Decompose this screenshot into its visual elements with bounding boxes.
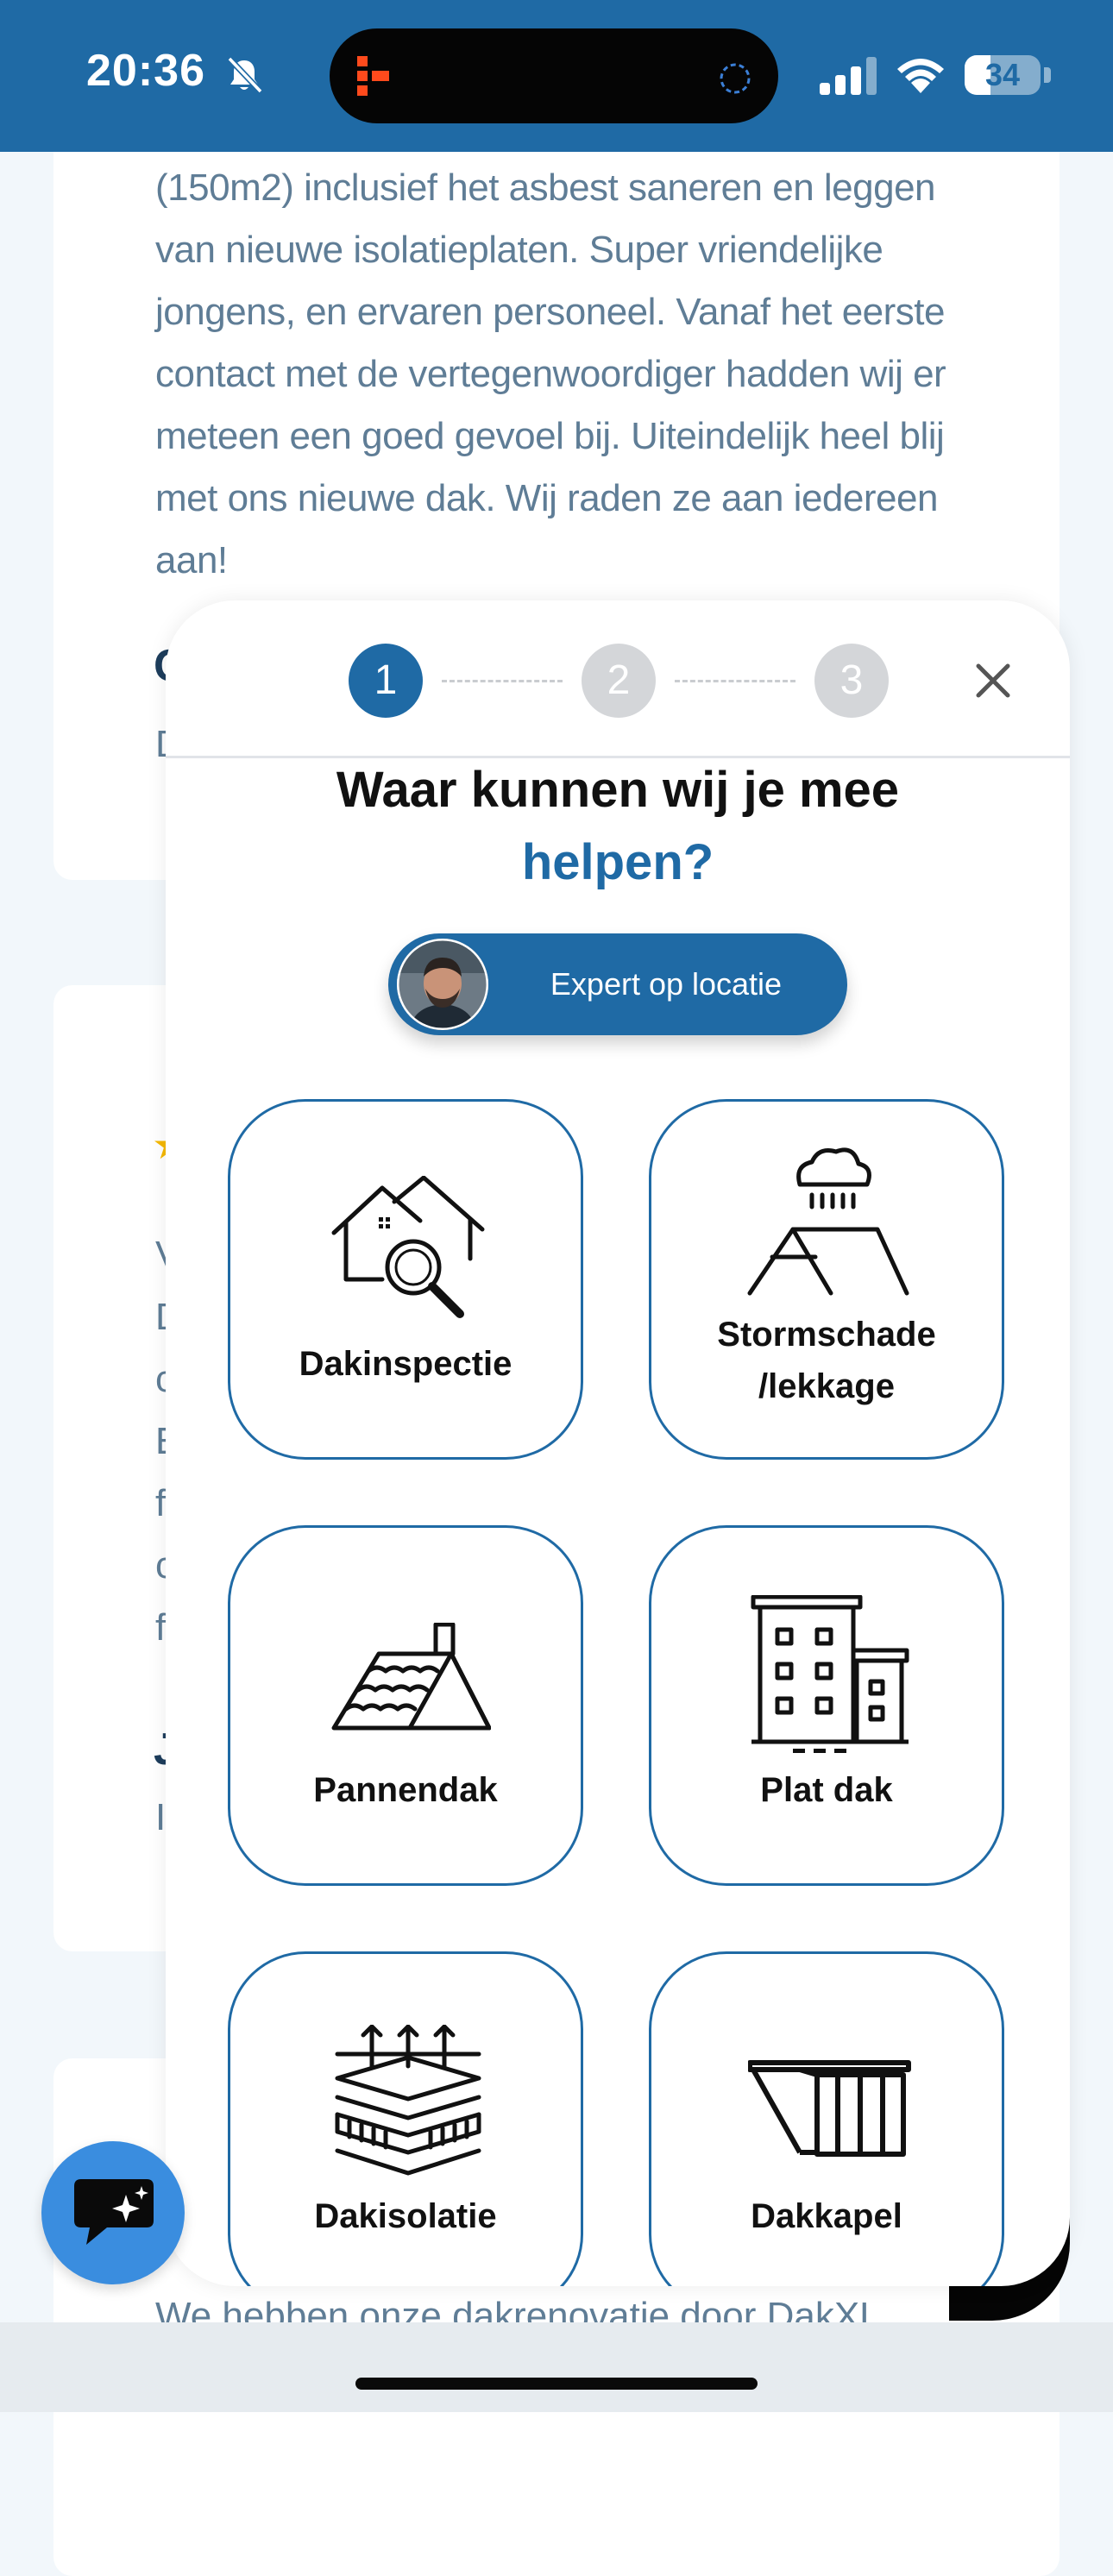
tiled-roof-icon bbox=[331, 1623, 491, 1731]
status-time: 20:36 bbox=[86, 46, 205, 96]
modal-title-line-1: Waar kunnen wij je mee bbox=[336, 762, 900, 818]
review-text: (150m2) inclusief het asbest saneren en … bbox=[155, 166, 946, 581]
review-text-fragment: f bbox=[155, 1482, 167, 1524]
roof-inspection-icon bbox=[331, 1176, 485, 1318]
expert-on-location-button[interactable]: Expert op locatie bbox=[388, 933, 847, 1035]
step-connector bbox=[675, 680, 795, 682]
service-tile-pannendak[interactable]: Pannendak bbox=[228, 1525, 583, 1886]
status-bar: 20:36 34 bbox=[0, 0, 1113, 152]
avatar bbox=[397, 939, 488, 1030]
tile-label: Dakkapel bbox=[751, 2197, 902, 2235]
help-modal: 1 2 3 Waar kunnen wij je mee helpen? Exp… bbox=[166, 600, 1070, 2286]
service-tile-dakisolatie[interactable]: Dakisolatie bbox=[228, 1951, 583, 2286]
home-indicator-area bbox=[0, 2322, 1113, 2412]
battery-percentage: 34 bbox=[984, 57, 1021, 92]
wifi-icon bbox=[897, 59, 944, 93]
roof-insulation-icon bbox=[335, 2025, 481, 2176]
chat-sparkle-icon bbox=[74, 2179, 154, 2245]
bell-slash-icon bbox=[227, 56, 263, 94]
tile-label: Dakisolatie bbox=[314, 2197, 497, 2235]
step-3: 3 bbox=[814, 644, 889, 718]
storm-damage-icon bbox=[747, 1147, 909, 1296]
battery-icon: 34 bbox=[965, 55, 1041, 95]
loading-ring-icon bbox=[720, 63, 751, 94]
service-tile-dakinspectie[interactable]: Dakinspectie bbox=[228, 1099, 583, 1460]
step-1: 1 bbox=[349, 644, 423, 718]
tile-label: Stormschade bbox=[717, 1316, 936, 1354]
tile-label: Pannendak bbox=[313, 1771, 498, 1809]
close-icon[interactable] bbox=[965, 652, 1022, 709]
service-tile-stormschade[interactable]: Stormschade /lekkage bbox=[649, 1099, 1004, 1460]
dormer-icon bbox=[748, 2060, 911, 2157]
app-activity-icon bbox=[357, 56, 389, 96]
battery-nub bbox=[1044, 67, 1051, 83]
signal-icon bbox=[820, 57, 877, 95]
reviewer-subtitle: I bbox=[155, 1796, 167, 1838]
flat-roof-building-icon bbox=[751, 1595, 909, 1753]
expert-avatar-image bbox=[397, 939, 488, 1030]
chat-button[interactable] bbox=[41, 2141, 185, 2284]
review-text-fragment: f bbox=[155, 1606, 167, 1649]
step-connector bbox=[442, 680, 563, 682]
step-2: 2 bbox=[582, 644, 656, 718]
service-tile-dakkapel[interactable]: Dakkapel bbox=[649, 1951, 1004, 2286]
dynamic-island bbox=[330, 28, 778, 123]
expert-button-label: Expert op locatie bbox=[550, 966, 783, 1002]
tile-label: Dakinspectie bbox=[299, 1345, 512, 1383]
service-tile-plat-dak[interactable]: Plat dak bbox=[649, 1525, 1004, 1886]
tile-label: /lekkage bbox=[758, 1367, 895, 1405]
tile-label: Plat dak bbox=[760, 1771, 893, 1809]
modal-title-highlight: helpen? bbox=[521, 834, 714, 890]
step-indicator: 1 2 3 bbox=[166, 600, 1070, 756]
modal-title: Waar kunnen wij je mee helpen? bbox=[166, 754, 1070, 899]
home-indicator[interactable] bbox=[355, 2378, 758, 2390]
